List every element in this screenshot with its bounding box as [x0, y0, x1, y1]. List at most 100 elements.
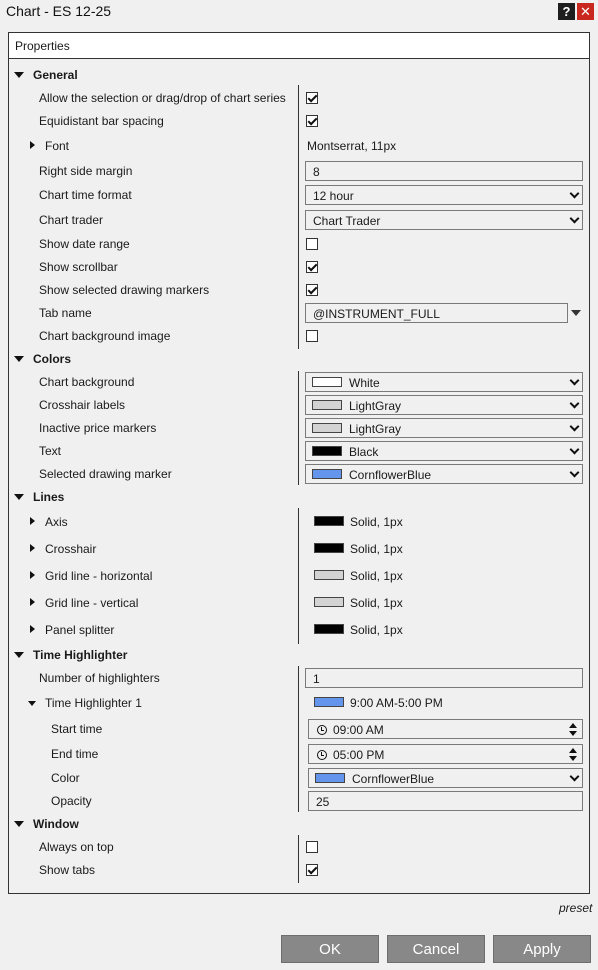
select-value: LightGray: [349, 422, 402, 436]
collapse-icon[interactable]: [14, 652, 24, 658]
help-button[interactable]: ?: [558, 3, 575, 20]
row-time-format: Chart time format 12 hour: [9, 184, 589, 207]
spin-up-icon[interactable]: [569, 723, 577, 728]
highlighter-range-value[interactable]: 9:00 AM-5:00 PM: [350, 696, 443, 710]
row-allow-selection: Allow the selection or drag/drop of char…: [9, 87, 589, 110]
preset-link[interactable]: preset: [559, 901, 592, 915]
chevron-down-icon: [569, 398, 580, 409]
row-label: Axis: [45, 515, 68, 529]
row-scrollbar: Show scrollbar: [9, 256, 589, 279]
field-value: 1: [313, 672, 320, 686]
selected-marker-select[interactable]: CornflowerBlue: [305, 464, 583, 484]
collapse-icon[interactable]: [14, 821, 24, 827]
expand-icon[interactable]: [30, 598, 35, 606]
line-value[interactable]: Solid, 1px: [350, 515, 403, 529]
row-label: Crosshair labels: [39, 398, 126, 412]
row-right-margin: Right side margin 8: [9, 160, 589, 183]
select-value: Chart Trader: [313, 214, 381, 228]
apply-button[interactable]: Apply: [493, 935, 591, 963]
dropdown-arrow-icon[interactable]: [571, 310, 581, 316]
section-label: Window: [33, 817, 79, 831]
always-on-top-checkbox[interactable]: [306, 841, 318, 853]
date-range-checkbox[interactable]: [306, 238, 318, 250]
spin-down-icon[interactable]: [569, 756, 577, 761]
show-tabs-checkbox[interactable]: [306, 864, 318, 876]
expand-icon[interactable]: [30, 625, 35, 633]
ok-button[interactable]: OK: [281, 935, 379, 963]
expand-icon[interactable]: [30, 544, 35, 552]
chevron-down-icon: [569, 467, 580, 478]
line-value[interactable]: Solid, 1px: [350, 596, 403, 610]
row-label: Always on top: [39, 840, 114, 854]
chevron-down-icon: [569, 213, 580, 224]
properties-title: Properties: [15, 39, 70, 53]
row-label: Color: [51, 771, 80, 785]
row-label: Equidistant bar spacing: [39, 114, 164, 128]
section-general[interactable]: General: [9, 64, 589, 87]
row-always-on-top: Always on top: [9, 836, 589, 859]
chevron-down-icon: [569, 421, 580, 432]
properties-header: Properties: [9, 33, 589, 59]
collapse-icon[interactable]: [14, 494, 24, 500]
line-value[interactable]: Solid, 1px: [350, 569, 403, 583]
row-label: Start time: [51, 722, 103, 736]
drawing-markers-checkbox[interactable]: [306, 284, 318, 296]
tab-name-input[interactable]: @INSTRUMENT_FULL: [305, 303, 568, 323]
section-time-highlighter[interactable]: Time Highlighter: [9, 644, 589, 667]
expand-icon[interactable]: [30, 571, 35, 579]
inactive-markers-select[interactable]: LightGray: [305, 418, 583, 438]
section-window[interactable]: Window: [9, 813, 589, 836]
row-panel-splitter: Panel splitter Solid, 1px: [9, 619, 589, 642]
line-swatch: [314, 543, 344, 553]
row-label: Chart background: [39, 375, 135, 389]
row-label: Show selected drawing markers: [39, 283, 210, 297]
line-value[interactable]: Solid, 1px: [350, 542, 403, 556]
row-highlighter-count: Number of highlighters 1: [9, 667, 589, 690]
right-margin-input[interactable]: 8: [305, 161, 583, 181]
row-drawing-markers: Show selected drawing markers: [9, 279, 589, 302]
text-color-select[interactable]: Black: [305, 441, 583, 461]
equidistant-checkbox[interactable]: [306, 115, 318, 127]
collapse-icon[interactable]: [14, 72, 24, 78]
row-label: Crosshair: [45, 542, 97, 556]
select-value: CornflowerBlue: [349, 468, 432, 482]
font-value[interactable]: Montserrat, 11px: [307, 139, 396, 153]
close-button[interactable]: ✕: [577, 3, 594, 20]
chart-background-select[interactable]: White: [305, 372, 583, 392]
row-grid-v-line: Grid line - vertical Solid, 1px: [9, 592, 589, 615]
select-value: White: [349, 376, 380, 390]
highlighter-count-input[interactable]: 1: [305, 668, 583, 688]
section-label: Time Highlighter: [33, 648, 128, 662]
row-label: Chart background image: [39, 329, 171, 343]
collapse-icon[interactable]: [14, 356, 24, 362]
line-value[interactable]: Solid, 1px: [350, 623, 403, 637]
scrollbar-checkbox[interactable]: [306, 261, 318, 273]
time-format-select[interactable]: 12 hour: [305, 185, 583, 205]
opacity-input[interactable]: 25: [308, 791, 583, 811]
cancel-button[interactable]: Cancel: [387, 935, 485, 963]
chart-trader-select[interactable]: Chart Trader: [305, 210, 583, 230]
highlighter-color-select[interactable]: CornflowerBlue: [308, 768, 583, 788]
spin-down-icon[interactable]: [569, 731, 577, 736]
line-swatch: [314, 597, 344, 607]
row-opacity: Opacity 25: [9, 790, 589, 813]
row-chart-trader: Chart trader Chart Trader: [9, 209, 589, 232]
row-date-range: Show date range: [9, 233, 589, 256]
end-time-input[interactable]: 05:00 PM: [308, 744, 583, 764]
bg-image-checkbox[interactable]: [306, 330, 318, 342]
start-time-input[interactable]: 09:00 AM: [308, 719, 583, 739]
row-label: Text: [39, 444, 62, 458]
section-colors[interactable]: Colors: [9, 348, 589, 371]
color-swatch: [312, 469, 342, 479]
row-label: Time Highlighter 1: [45, 696, 142, 710]
row-label: Right side margin: [39, 164, 133, 178]
spin-up-icon[interactable]: [569, 748, 577, 753]
expand-icon[interactable]: [30, 141, 35, 149]
title-bar: Chart - ES 12-25 ? ✕: [0, 0, 598, 24]
section-lines[interactable]: Lines: [9, 486, 589, 509]
allow-selection-checkbox[interactable]: [306, 92, 318, 104]
collapse-icon[interactable]: [28, 701, 36, 706]
expand-icon[interactable]: [30, 517, 35, 525]
row-bg-image: Chart background image: [9, 325, 589, 348]
crosshair-labels-select[interactable]: LightGray: [305, 395, 583, 415]
